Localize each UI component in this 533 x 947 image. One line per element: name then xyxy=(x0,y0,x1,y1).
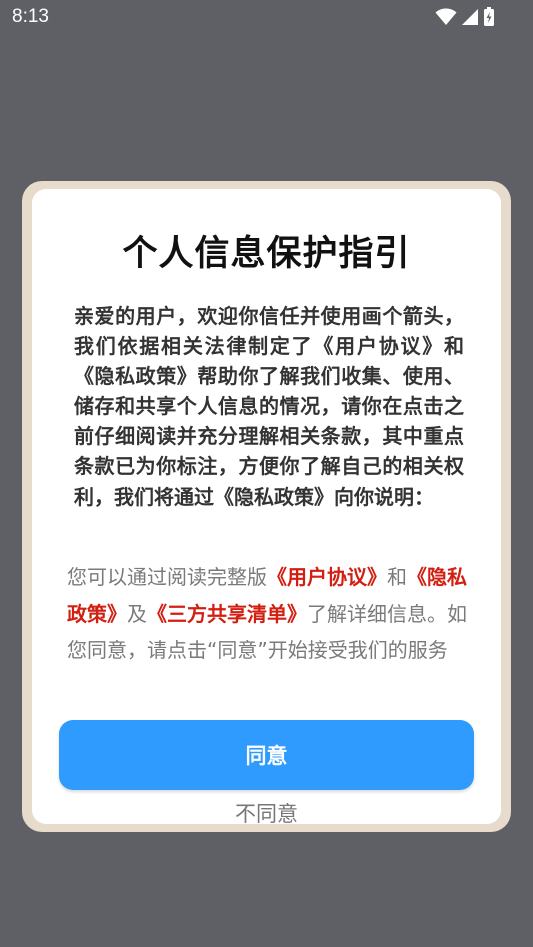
dialog-frame: 个人信息保护指引 亲爱的用户，欢迎你信任并使用画个箭头，我们依据相关法律制定了《… xyxy=(22,181,511,832)
dialog-title: 个人信息保护指引 xyxy=(122,234,411,274)
privacy-dialog: 个人信息保护指引 亲爱的用户，欢迎你信任并使用画个箭头，我们依据相关法律制定了《… xyxy=(32,189,501,824)
signal-icon xyxy=(461,8,479,26)
notice-text-part: 及 xyxy=(127,601,147,626)
notice-text-part: 您可以通过阅读完整版 xyxy=(67,565,267,589)
battery-charging-icon xyxy=(483,7,495,27)
notice-text-part: 和 xyxy=(387,565,407,589)
notice-text: 您可以通过阅读完整版《用户协议》和《隐私政策》及《三方共享清单》了解详细信息。如… xyxy=(67,559,469,669)
agree-button[interactable]: 同意 xyxy=(59,720,474,790)
user-agreement-link[interactable]: 《用户协议》 xyxy=(267,565,387,589)
third-party-sharing-list-link[interactable]: 《三方共享清单》 xyxy=(147,602,307,626)
status-bar: 8:13 xyxy=(0,0,533,36)
status-time: 8:13 xyxy=(12,6,49,27)
wifi-icon xyxy=(435,8,457,26)
status-icons xyxy=(435,7,495,27)
intro-text: 亲爱的用户，欢迎你信任并使用画个箭头，我们依据相关法律制定了《用户协议》和《隐私… xyxy=(74,304,464,509)
disagree-button[interactable]: 不同意 xyxy=(59,797,474,824)
